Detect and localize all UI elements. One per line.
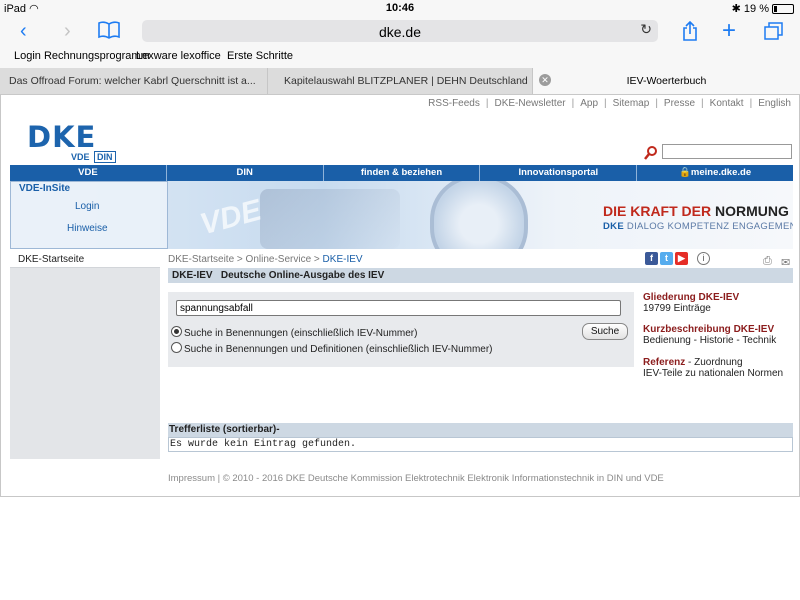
banner-subslogan: DKE DIALOG KOMPETENZ ENGAGEMENT — [603, 221, 793, 232]
header-banner: VDE VDE-InSite Login Hinweise DIE KRAFT … — [10, 181, 793, 249]
favorite-link[interactable]: Lexware lexoffice — [136, 50, 221, 62]
status-right: ✱ 19 % — [732, 2, 794, 15]
back-icon[interactable]: ‹ — [20, 18, 27, 44]
search-option-definitions-radio[interactable] — [171, 342, 182, 353]
favorite-link[interactable]: Erste Schritte — [227, 50, 293, 62]
search-option-definitions-label: Suche in Benennungen und Definitionen (e… — [184, 344, 493, 355]
battery-icon — [772, 4, 794, 15]
url-text: dke.de — [378, 24, 422, 40]
dke-logo[interactable]: DKE VDE DIN — [27, 120, 116, 163]
app-link[interactable]: App — [580, 98, 598, 109]
vde-insite-box: VDE-InSite Login Hinweise — [10, 181, 168, 249]
banner-vde-art: VDE — [196, 193, 265, 242]
nav-item-finden-beziehen[interactable]: finden & beziehen — [324, 165, 481, 181]
facebook-icon[interactable]: f — [645, 252, 658, 265]
tabs-icon[interactable] — [764, 22, 784, 43]
page-title: DKE-IEV Deutsche Online-Ausgabe des IEV — [168, 268, 793, 283]
info-icon[interactable]: i — [697, 252, 710, 265]
rss-feeds-link[interactable]: RSS-Feeds — [428, 98, 480, 109]
referenz-line: Referenz - Zuordnung — [643, 357, 743, 368]
compass-graphic — [430, 181, 528, 249]
kontakt-link[interactable]: Kontakt — [710, 98, 744, 109]
browser-tab[interactable]: Das Offroad Forum: welcher Kabrl Quersch… — [0, 68, 268, 94]
banner-slogan: DIE KRAFT DER NORMUNG — [603, 203, 789, 219]
breadcrumb: DKE-Startseite > Online-Service > DKE-IE… — [168, 254, 363, 265]
breadcrumb-item[interactable]: DKE-Startseite — [168, 254, 234, 265]
iev-search-input[interactable] — [176, 300, 621, 316]
forward-icon[interactable]: › — [64, 18, 71, 44]
address-bar[interactable]: dke.de ↻ — [142, 20, 658, 42]
social-links: f t ▶ — [645, 252, 690, 265]
site-search-input[interactable] — [662, 144, 792, 159]
search-button[interactable]: Suche — [582, 323, 628, 340]
nav-item-vde[interactable]: VDE — [10, 165, 167, 181]
sitemap-link[interactable]: Sitemap — [613, 98, 650, 109]
banner-photo — [260, 189, 400, 249]
favorite-link[interactable]: Login Rechnungsprogramm — [14, 50, 150, 62]
info-panel: Gliederung DKE-IEV 19799 Einträge Kurzbe… — [643, 292, 793, 379]
newsletter-link[interactable]: DKE-Newsletter — [494, 98, 565, 109]
print-icon[interactable]: ⎙ — [763, 255, 772, 268]
english-link[interactable]: English — [758, 98, 791, 109]
nav-item-meine-dke[interactable]: 🔒meine.dke.de — [637, 165, 793, 181]
logo-text: DKE — [27, 120, 97, 154]
results-header[interactable]: Trefferliste (sortierbar)- — [168, 423, 793, 437]
hinweise-link[interactable]: Hinweise — [67, 223, 108, 234]
presse-link[interactable]: Presse — [664, 98, 695, 109]
logo-subtext: VDE DIN — [71, 151, 116, 163]
nav-item-din[interactable]: DIN — [167, 165, 324, 181]
share-icon[interactable] — [682, 20, 698, 44]
breadcrumb-item[interactable]: Online-Service — [246, 254, 312, 265]
browser-toolbar: ‹ › dke.de ↻ + — [0, 18, 800, 44]
battery-percent: 19 % — [743, 3, 769, 15]
status-bar: iPad ◠ 10:46 ✱ 19 % — [0, 0, 800, 18]
nav-item-innovationsportal[interactable]: Innovationsportal — [480, 165, 638, 181]
kurzbeschreibung-link[interactable]: Kurzbeschreibung DKE-IEV — [643, 324, 793, 335]
search-option-terms-radio[interactable] — [171, 326, 182, 337]
browser-tab-active[interactable]: IEV-Woerterbuch — [533, 68, 800, 94]
iev-search-panel: Suche in Benennungen (einschließlich IEV… — [168, 292, 634, 367]
favorites-bar: Login Rechnungsprogramm Lexware lexoffic… — [0, 44, 800, 68]
clock: 10:46 — [385, 2, 415, 14]
tab-bar: Das Offroad Forum: welcher Kabrl Quersch… — [0, 68, 800, 95]
lock-icon: 🔒 — [679, 167, 691, 178]
tab-title: IEV-Woerterbuch — [626, 75, 707, 87]
breadcrumb-current: DKE-IEV — [322, 254, 363, 265]
bookmarks-icon[interactable] — [98, 21, 120, 42]
web-page: RSS-Feeds | DKE-Newsletter | App | Sitemap | Pre… — [0, 95, 800, 497]
close-tab-icon[interactable]: ✕ — [539, 74, 551, 86]
login-link[interactable]: Login — [75, 201, 99, 212]
referenz-link[interactable]: Referenz — [643, 357, 685, 368]
reload-icon[interactable]: ↻ — [640, 21, 652, 38]
referenz-text: IEV-Teile zu nationalen Normen — [643, 368, 784, 379]
bluetooth-icon: ✱ — [731, 3, 741, 15]
main-nav: VDE DIN finden & beziehen Innovationspor… — [10, 165, 793, 181]
page-footer: Impressum | © 2010 - 2016 DKE Deutsche K… — [168, 473, 664, 484]
new-tab-icon[interactable]: + — [722, 18, 736, 44]
gliederung-count: 19799 Einträge — [643, 303, 711, 314]
gliederung-link[interactable]: Gliederung DKE-IEV — [643, 292, 793, 303]
browser-tab[interactable]: Kapitelauswahl BLITZPLANER | DEHN Deutsc… — [268, 68, 533, 94]
kurzbeschreibung-text: Bedienung - Historie - Technik — [643, 335, 777, 346]
top-links: RSS-Feeds | DKE-Newsletter | App | Sitemap | Pre… — [428, 98, 791, 109]
insite-title: VDE-InSite — [19, 183, 71, 194]
youtube-icon[interactable]: ▶ — [675, 252, 688, 265]
search-option-terms-label: Suche in Benennungen (einschließlich IEV… — [184, 328, 418, 339]
sidebar-item-dke-startseite[interactable]: DKE-Startseite — [10, 252, 160, 268]
results-message: Es wurde kein Eintrag gefunden. — [168, 437, 793, 452]
twitter-icon[interactable]: t — [660, 252, 673, 265]
left-sidebar: DKE-Startseite — [10, 252, 160, 459]
search-icon[interactable] — [644, 146, 657, 160]
